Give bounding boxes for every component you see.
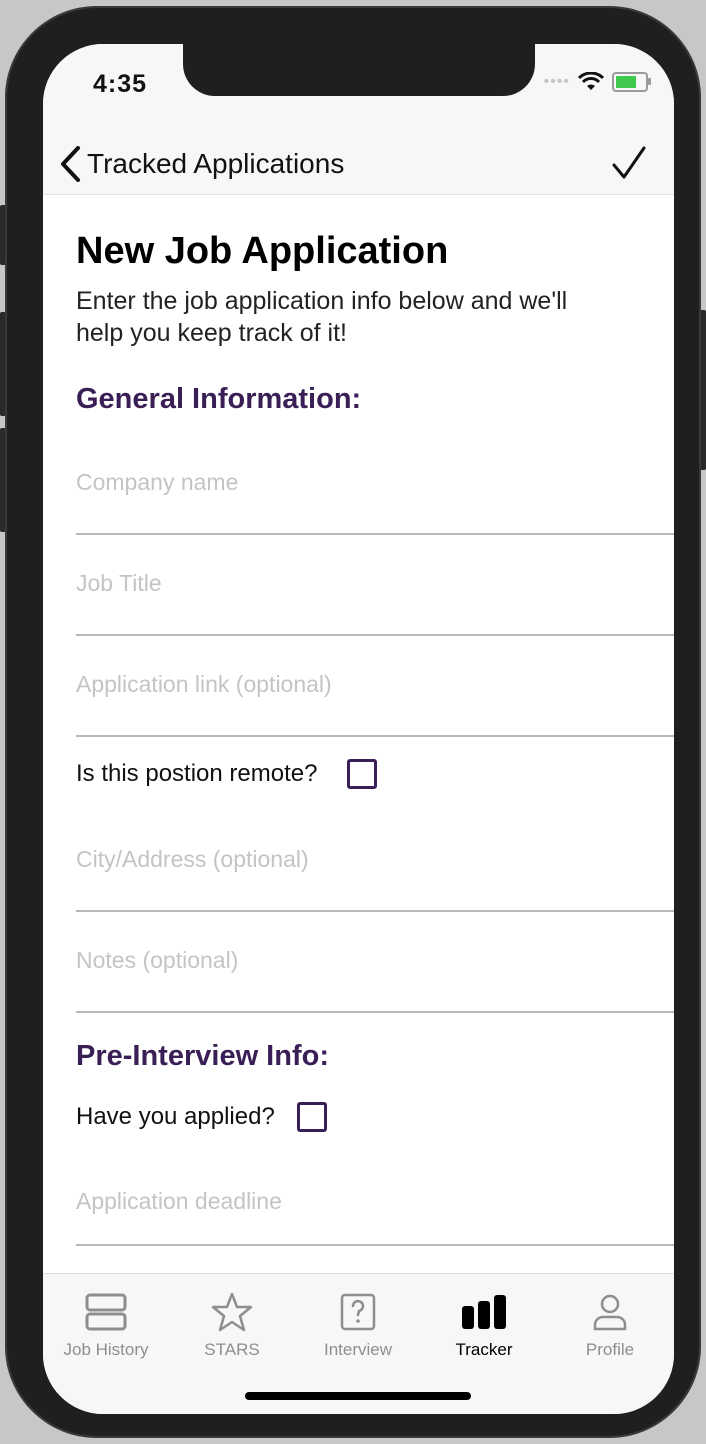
tab-stars[interactable]: STARS: [169, 1274, 295, 1364]
status-icons: ••••: [543, 72, 651, 92]
page-title: New Job Application: [76, 230, 449, 272]
question-icon: [295, 1288, 421, 1336]
tab-interview[interactable]: Interview: [295, 1274, 421, 1364]
tab-label: Interview: [323, 1340, 393, 1359]
application-link-input[interactable]: [76, 636, 674, 733]
pre-interview-heading: Pre-Interview Info:: [76, 1040, 329, 1072]
address-field[interactable]: [76, 811, 674, 912]
star-icon: [169, 1288, 295, 1336]
person-icon: [547, 1288, 673, 1336]
home-indicator[interactable]: [245, 1392, 471, 1400]
tab-tracker[interactable]: Tracker: [421, 1274, 547, 1364]
remote-row: Is this postion remote?: [76, 737, 674, 811]
done-button[interactable]: [606, 138, 652, 188]
general-info-heading: General Information:: [76, 383, 362, 415]
deadline-input[interactable]: [76, 1161, 674, 1242]
tab-label: Tracker: [455, 1340, 513, 1359]
tab-label: Job History: [63, 1340, 149, 1359]
notes-input[interactable]: [76, 912, 674, 1009]
tab-label: Profile: [585, 1340, 635, 1359]
form-content: New Job Application Enter the job applic…: [76, 194, 674, 1246]
signal-icon: ••••: [543, 73, 570, 90]
battery-icon: [612, 72, 651, 92]
screen: 4:35 •••• Tracked Applications New Job A…: [43, 44, 674, 1414]
back-button[interactable]: Tracked Applications: [53, 142, 344, 186]
remote-checkbox[interactable]: [347, 759, 378, 789]
application-link-field[interactable]: [76, 636, 674, 737]
job-title-field[interactable]: [76, 535, 674, 636]
status-time: 4:35: [93, 70, 148, 98]
applied-label: Have you applied?: [76, 1103, 275, 1130]
back-label: Tracked Applications: [87, 148, 345, 179]
checkmark-icon: [612, 146, 646, 179]
job-history-icon: [43, 1288, 169, 1336]
remote-label: Is this postion remote?: [76, 760, 318, 787]
notes-field[interactable]: [76, 912, 674, 1013]
chevron-left-icon: [53, 142, 87, 186]
applied-checkbox[interactable]: [296, 1102, 327, 1132]
company-name-input[interactable]: [76, 434, 674, 531]
page-subtitle: Enter the job application info below and…: [76, 287, 568, 347]
bar-chart-icon: [421, 1288, 547, 1336]
tab-bar: Job History STARS Interview Tracker Prof…: [43, 1273, 674, 1414]
navigation-bar: Tracked Applications: [43, 134, 674, 195]
tab-label: STARS: [204, 1340, 260, 1359]
job-title-input[interactable]: [76, 535, 674, 632]
company-name-field[interactable]: [76, 434, 674, 535]
applied-row: Have you applied?: [76, 1073, 674, 1161]
phone-frame: 4:35 •••• Tracked Applications New Job A…: [5, 6, 701, 1438]
tab-job-history[interactable]: Job History: [43, 1274, 169, 1364]
wifi-icon: [578, 72, 604, 90]
deadline-field[interactable]: [76, 1161, 674, 1246]
address-input[interactable]: [76, 811, 674, 908]
tab-profile[interactable]: Profile: [547, 1274, 673, 1364]
notch: [183, 44, 535, 96]
